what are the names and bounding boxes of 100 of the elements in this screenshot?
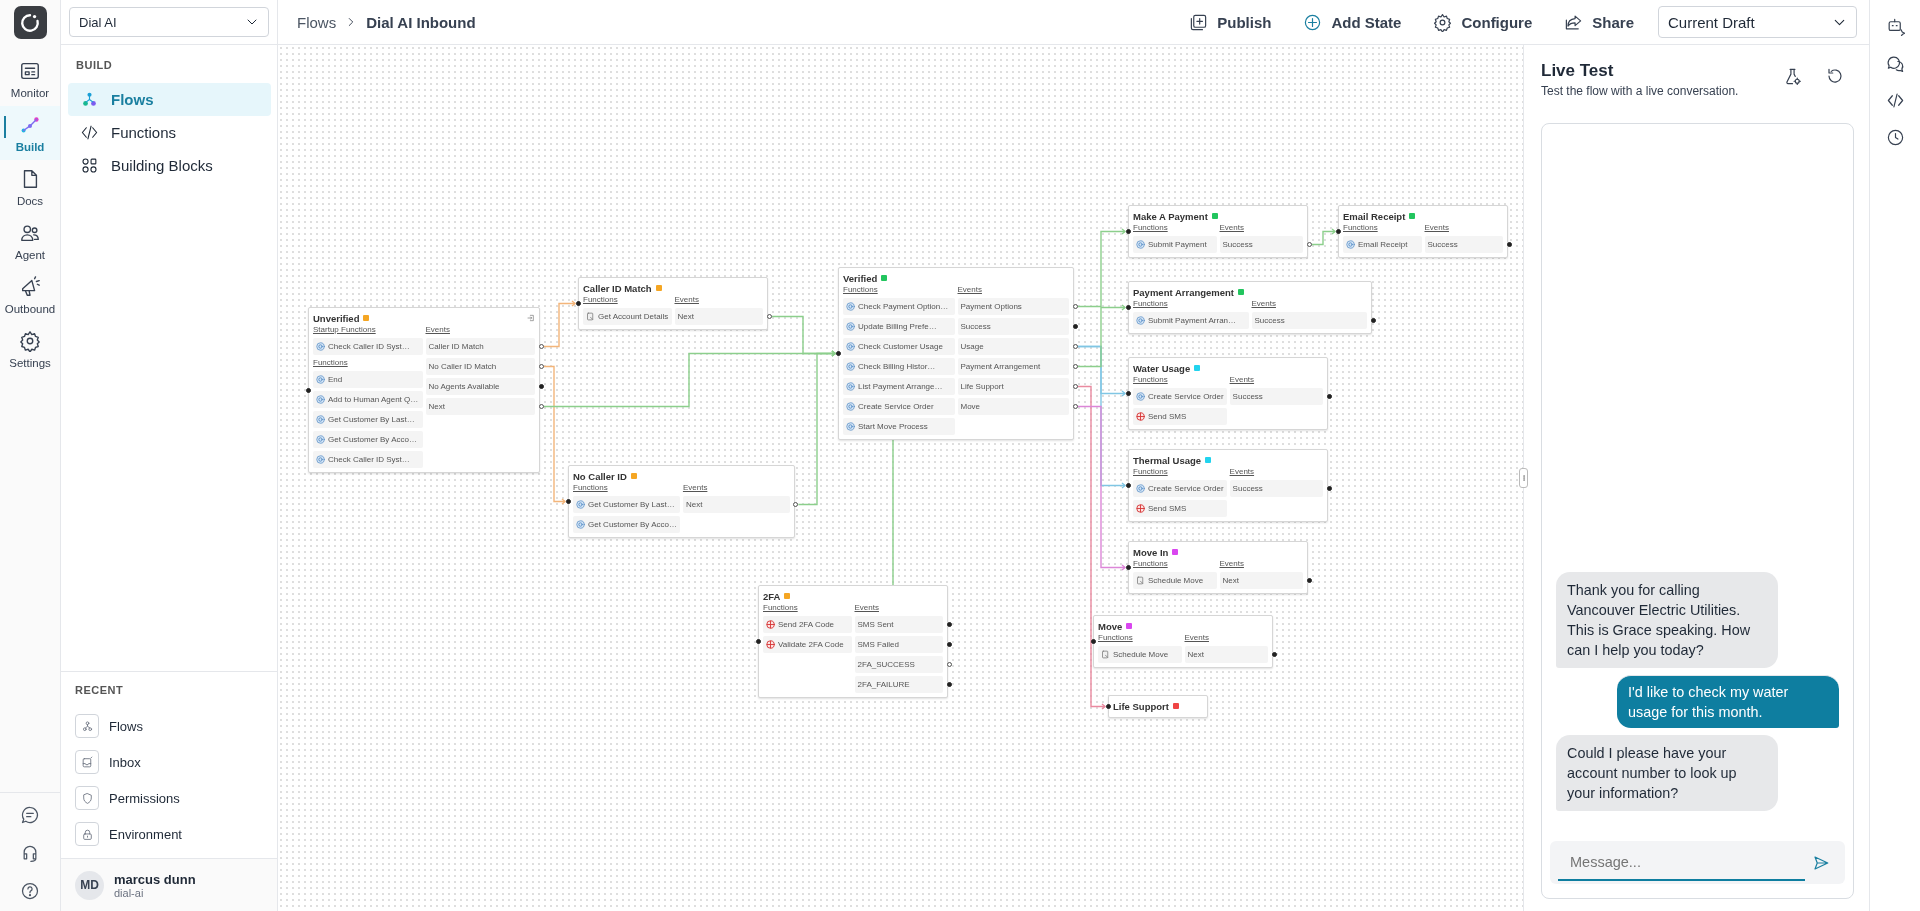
port-dot[interactable] [538,364,544,369]
function-chip[interactable]: List Payment Arrange… [843,378,955,395]
function-chip[interactable]: Send SMS [1133,500,1227,517]
function-chip[interactable]: Check Customer Usage [843,338,955,355]
port-dot[interactable] [946,662,952,667]
port-dot[interactable] [1125,565,1131,570]
function-chip[interactable]: End [313,371,423,388]
port-dot[interactable] [1072,344,1078,349]
port-dot[interactable] [793,502,799,507]
state-card[interactable]: Water Usage Functions Create Service Order Send SMS Events Success [1128,357,1329,430]
port-dot[interactable] [766,314,772,319]
port-dot[interactable] [1090,639,1096,644]
port-dot[interactable] [946,622,952,627]
port-dot[interactable] [1506,242,1512,247]
recent-link[interactable]: Inbox [109,754,141,770]
nav-item[interactable]: Docs [0,160,60,214]
port-dot[interactable] [1072,384,1078,389]
function-chip[interactable]: Validate 2FA Code [763,636,852,653]
function-chip[interactable]: Submit Payment Arran… [1133,312,1249,329]
port-dot[interactable] [1125,305,1131,310]
port-dot[interactable] [1306,578,1312,583]
reset-icon[interactable] [1826,67,1844,85]
function-chip[interactable]: Get Account Details [583,308,672,325]
flask-icon[interactable] [1783,67,1802,86]
crosshair-icon [766,620,775,629]
port-dot[interactable] [1306,242,1312,247]
nav-item[interactable]: Build [0,106,60,160]
function-chip[interactable]: Start Move Process [843,418,955,435]
function-chip[interactable]: Check Payment Option… [843,298,955,315]
port-dot[interactable] [1125,391,1131,396]
document-icon [1136,576,1145,585]
port-dot[interactable] [1335,229,1341,234]
port-dot[interactable] [1072,304,1078,309]
state-card[interactable]: No Caller ID Functions Get Customer By Last… Get Customer By Acco… Events Next [568,465,795,538]
workspace-dropdown[interactable]: Dial AI [69,7,269,37]
port-dot[interactable] [538,344,544,349]
connector-arrow [1310,228,1337,246]
function-chip[interactable]: Schedule Move [1098,646,1182,663]
nav-item[interactable]: Monitor [0,52,60,106]
port-dot[interactable] [1105,704,1111,709]
state-card[interactable]: Thermal Usage Functions Create Service Order Send SMS Events Success [1128,449,1329,522]
function-chip[interactable]: Check Caller ID Syst… [313,451,423,468]
toolbar-button[interactable]: Configure [1417,6,1549,38]
code-icon[interactable] [1885,91,1905,110]
state-card[interactable]: Life Support [1108,695,1208,718]
toolbar-button[interactable]: Add State [1287,6,1418,38]
function-chip[interactable]: Add to Human Agent Q… [313,391,423,408]
port-dot[interactable] [1326,394,1332,399]
recent-link[interactable]: Permissions [109,790,180,806]
sidebar-item[interactable]: Building Blocks [68,149,271,182]
port-dot[interactable] [538,384,544,389]
function-chip[interactable]: Get Customer By Last… [313,411,423,428]
nav-item[interactable]: Settings [0,322,60,376]
port-dot[interactable] [1125,483,1131,488]
function-chip[interactable]: Create Service Order [1133,388,1227,405]
port-dot[interactable] [538,404,544,409]
port-dot[interactable] [1072,364,1078,369]
breadcrumb-link[interactable]: Flows [297,13,337,31]
help-icon[interactable] [20,881,40,901]
chat-icon[interactable] [20,805,40,825]
function-chip[interactable]: Update Billing Prefe… [843,318,955,335]
history-icon[interactable] [1885,128,1905,147]
port-dot[interactable] [946,642,952,647]
function-chip[interactable]: Send 2FA Code [763,616,852,633]
port-dot[interactable] [1271,652,1277,657]
function-chip[interactable]: Email Receipt [1343,236,1422,253]
function-chip[interactable]: Send SMS [1133,408,1227,425]
port-dot[interactable] [565,499,571,504]
sidebar-item[interactable]: Functions [68,116,271,149]
version-dropdown[interactable]: Current Draft [1658,6,1857,38]
sidebar-item[interactable]: Flows [68,83,271,116]
function-chip[interactable]: Get Customer By Acco… [573,516,680,533]
function-chip[interactable]: Check Caller ID Syst… [313,338,423,355]
port-dot[interactable] [575,301,581,306]
toolbar-button[interactable]: Share [1548,6,1650,38]
function-chip[interactable]: Get Customer By Last… [573,496,680,513]
port-dot[interactable] [835,351,841,356]
function-chip[interactable]: Create Service Order [1133,480,1227,497]
port-dot[interactable] [1370,318,1376,323]
function-chip[interactable]: Create Service Order [843,398,955,415]
port-dot[interactable] [946,682,952,687]
port-dot[interactable] [1125,229,1131,234]
resize-handle[interactable] [1519,468,1528,488]
port-dot[interactable] [305,387,311,393]
function-chip[interactable]: Get Customer By Acco… [313,431,423,448]
function-chip[interactable]: Schedule Move [1133,572,1217,589]
function-chip[interactable]: Check Billing Histor… [843,358,955,375]
port-dot[interactable] [1326,486,1332,491]
port-dot[interactable] [755,639,761,644]
port-dot[interactable] [1072,404,1078,409]
chat-icon[interactable] [1885,54,1905,73]
nav-item[interactable]: Outbound [0,268,60,322]
toolbar-button[interactable]: Publish [1173,6,1288,38]
function-chip[interactable]: Submit Payment [1133,236,1217,253]
port-dot[interactable] [1072,324,1078,329]
recent-link[interactable]: Flows [109,718,143,734]
section-label: Functions [1133,299,1168,309]
recent-link[interactable]: Environment [109,826,182,842]
nav-item[interactable]: Agent [0,214,60,268]
message-field[interactable]: Message... [1550,841,1845,884]
